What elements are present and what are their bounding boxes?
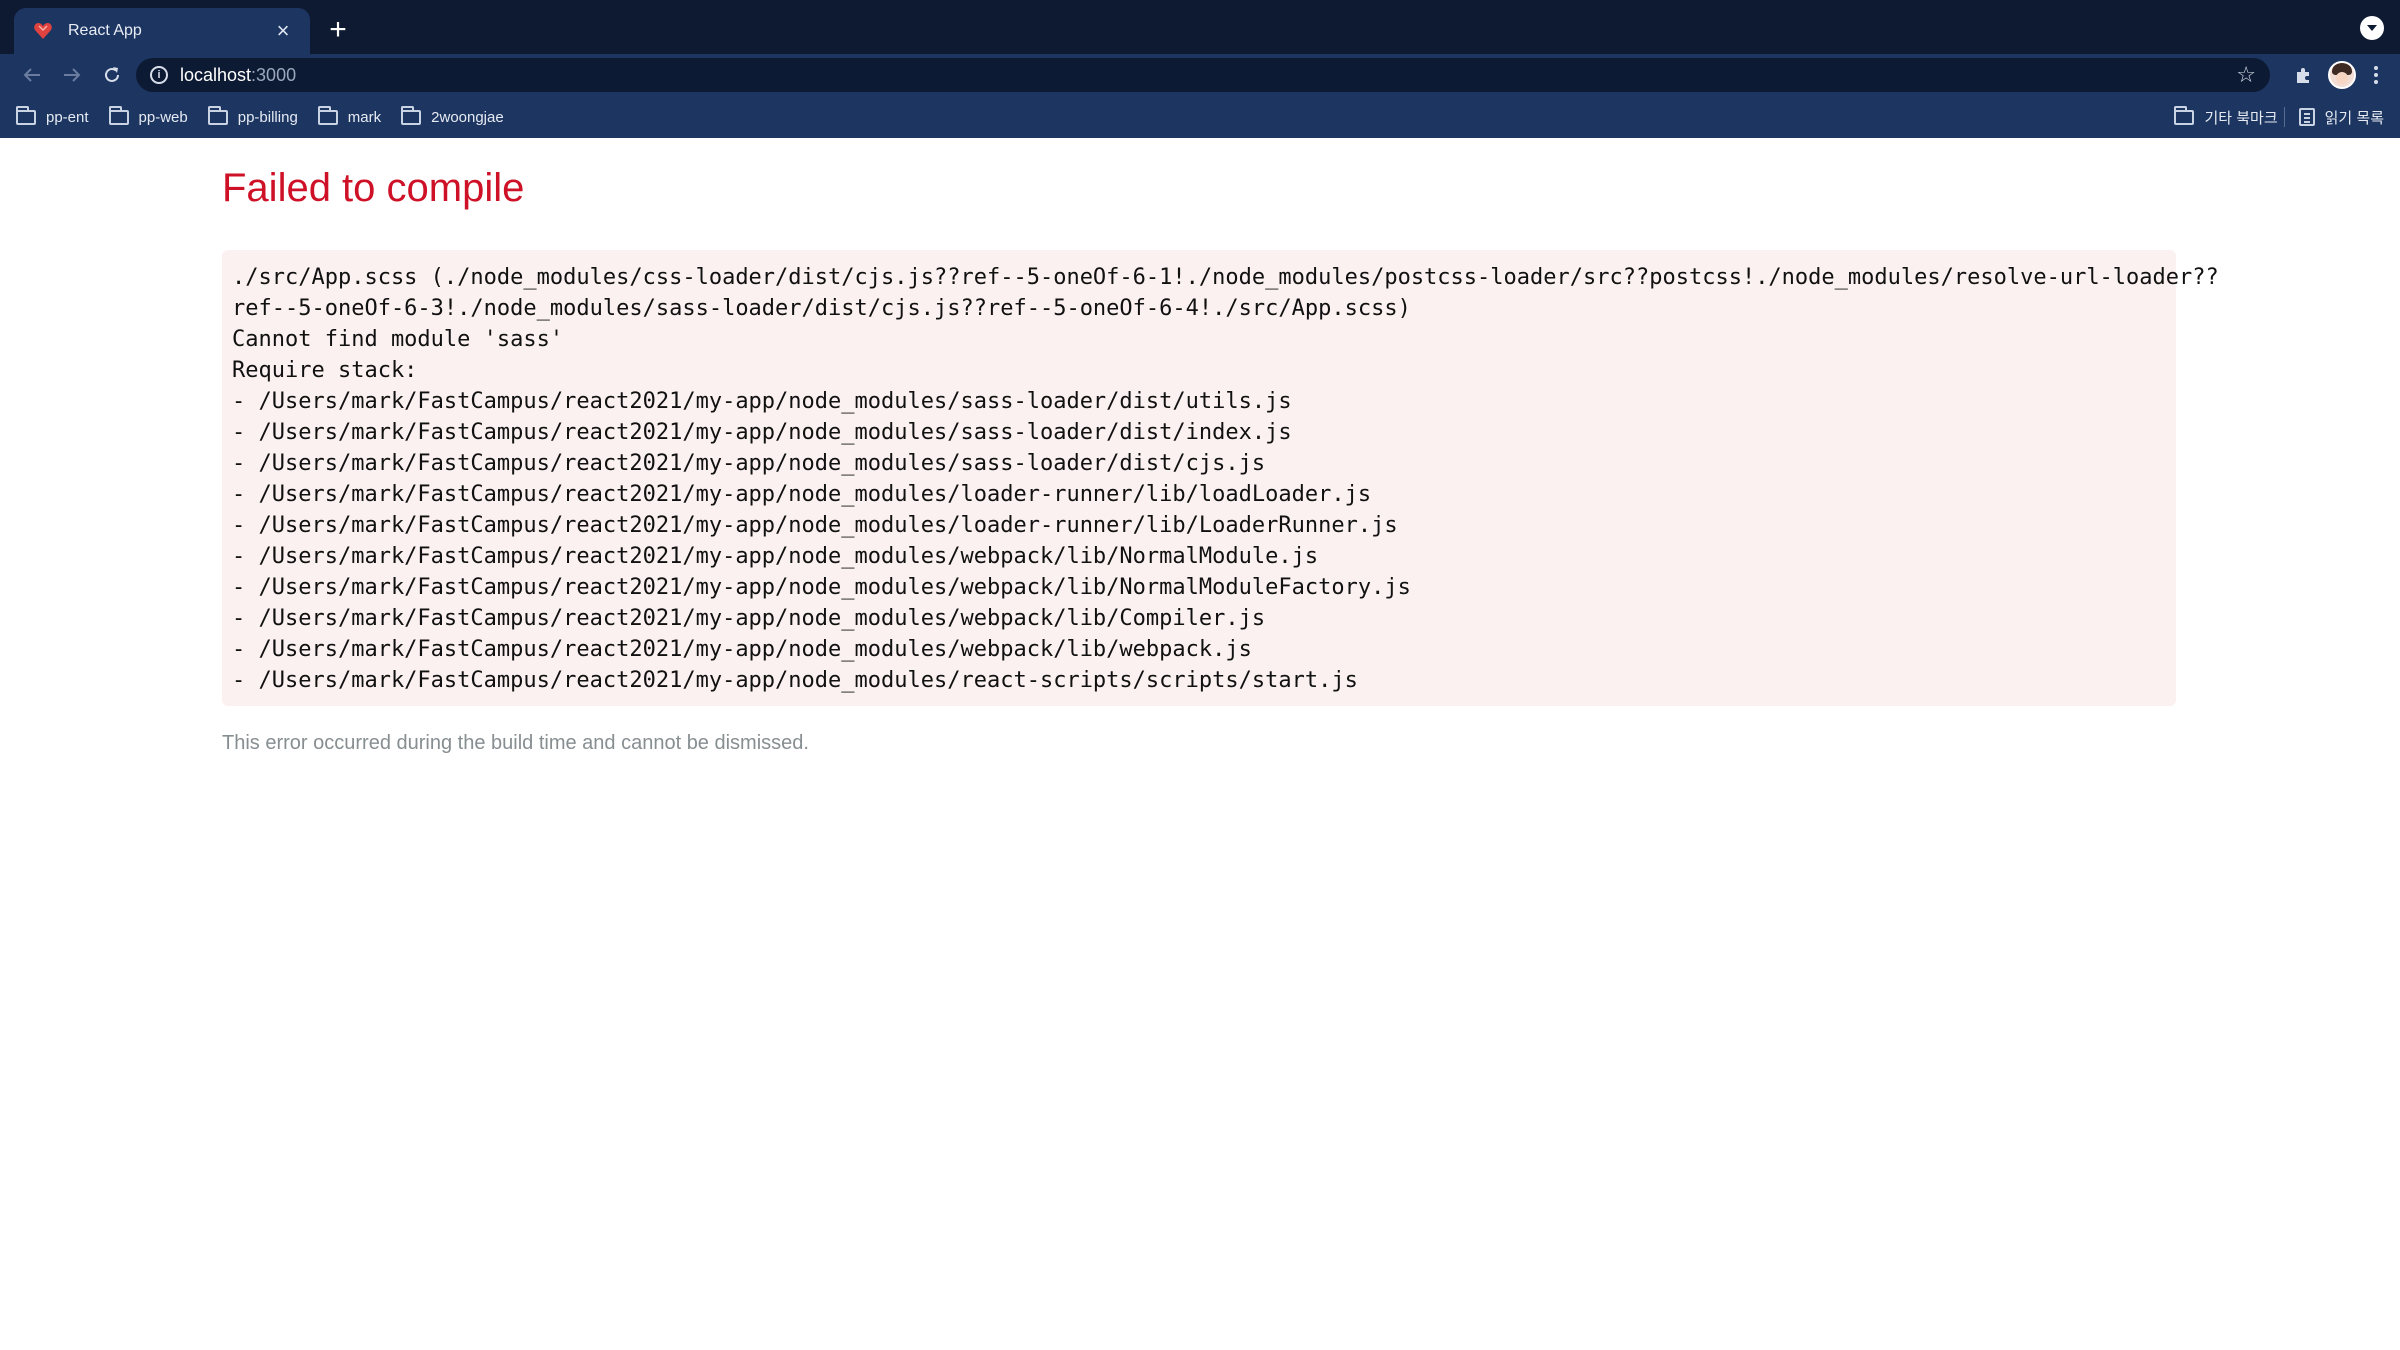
folder-icon [108,105,129,125]
page-title: Failed to compile [222,166,525,210]
forward-arrow-icon [64,68,81,82]
bookmark-folder-2woongjae[interactable]: 2woongjae [401,105,504,126]
error-line: - /Users/mark/FastCampus/react2021/my-ap… [232,575,1411,600]
address-host: localhost [180,64,252,85]
error-message-box: ./src/App.scss (./node_modules/css-loade… [222,250,2219,706]
back-arrow-icon [23,68,40,82]
other-bookmarks-folder[interactable]: 기타 북마크 [2174,105,2278,128]
bookmark-label: 2woongjae [431,108,504,126]
error-line: - /Users/mark/FastCampus/react2021/my-ap… [232,668,1358,693]
bookmark-label: pp-billing [237,108,298,126]
folder-icon [401,105,422,125]
reading-list-button[interactable]: 읽기 목록 [2298,107,2384,128]
error-line: ./src/App.scss (./node_modules/css-loade… [232,265,2219,290]
folder-icon [16,105,36,125]
error-line: - /Users/mark/FastCampus/react2021/my-ap… [232,420,1292,445]
error-line: - /Users/mark/FastCampus/react2021/my-ap… [232,544,1319,569]
toolbar-right [2288,58,2386,92]
bookmark-label: pp-web [138,108,188,126]
error-line: - /Users/mark/FastCampus/react2021/my-ap… [232,637,1252,662]
reading-list-label: 읽기 목록 [2324,109,2384,127]
chevron-down-icon [2367,25,2377,31]
tab-close-icon[interactable]: × [270,18,296,44]
profile-avatar[interactable] [2328,61,2356,89]
address-port: :3000 [251,64,297,85]
error-overlay-page: Failed to compile ./src/App.scss (./node… [0,138,2400,755]
tab-react-app[interactable]: React App × [14,8,310,54]
bookmark-folder-mark[interactable]: mark [317,105,382,126]
browser-menu-icon[interactable] [2366,59,2386,91]
error-line: - /Users/mark/FastCampus/react2021/my-ap… [232,389,1292,414]
error-line: - /Users/mark/FastCampus/react2021/my-ap… [232,482,1372,507]
error-line: ref--5-oneOf-6-3!./node_modules/sass-loa… [232,296,1411,321]
error-footer-note: This error occurred during the build tim… [222,732,809,754]
back-button[interactable] [12,57,52,93]
error-line: - /Users/mark/FastCampus/react2021/my-ap… [232,513,1398,538]
folder-icon [2174,105,2195,125]
bookmarks-right: 기타 북마크 읽기 목록 [2174,96,2384,138]
error-line: Cannot find module 'sass' [232,327,564,352]
react-heart-favicon-icon [32,20,54,42]
tab-search-button[interactable] [2360,16,2384,40]
tab-strip: React App × + [0,0,2400,54]
new-tab-button[interactable]: + [322,14,354,46]
error-line: Require stack: [232,358,418,383]
site-info-icon[interactable]: i [150,66,168,84]
folder-icon [317,105,338,125]
extensions-icon[interactable] [2288,59,2320,91]
bookmark-folder-pp-ent[interactable]: pp-ent [16,105,89,126]
bookmark-label: pp-ent [46,108,89,126]
bookmarks-divider [2283,107,2285,127]
bookmark-folder-pp-web[interactable]: pp-web [108,105,188,126]
reload-button[interactable] [92,57,132,93]
error-line: - /Users/mark/FastCampus/react2021/my-ap… [232,606,1266,631]
reload-icon [105,67,119,82]
bookmark-folder-pp-billing[interactable]: pp-billing [207,105,298,126]
other-bookmarks-label: 기타 북마크 [2204,109,2278,127]
error-line: - /Users/mark/FastCampus/react2021/my-ap… [232,451,1266,476]
browser-chrome: React App × + i localhost:3000 ☆ pp-ent… [0,0,2400,138]
bookmark-label: mark [347,108,382,126]
folder-icon [207,105,228,125]
reading-list-icon [2298,108,2315,126]
browser-toolbar: i localhost:3000 ☆ [0,54,2400,96]
tab-title: React App [68,22,142,39]
forward-button[interactable] [52,57,92,93]
bookmark-star-icon[interactable]: ☆ [2236,62,2256,88]
address-bar[interactable]: i localhost:3000 ☆ [136,58,2270,92]
bookmarks-bar: pp-ent pp-web pp-billing mark 2woongjae … [0,96,2400,138]
